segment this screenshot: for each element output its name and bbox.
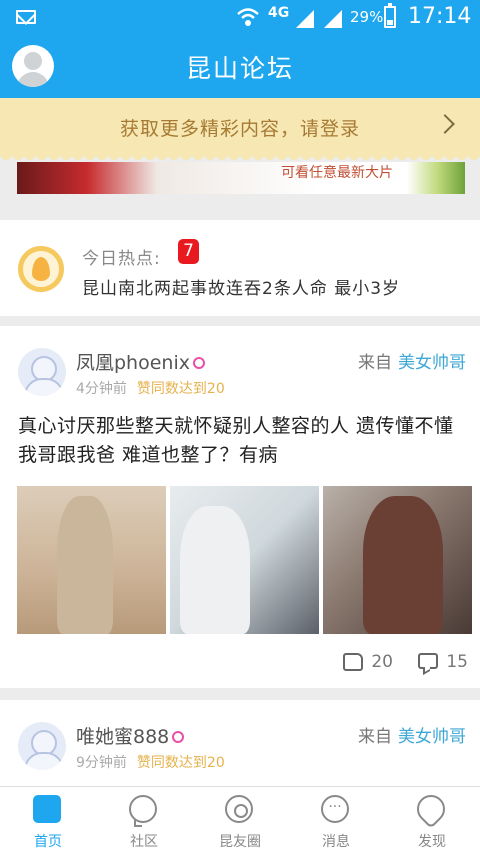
status-bar: 4G 29% 17:14 <box>0 0 480 34</box>
login-banner[interactable]: 获取更多精彩内容，请登录 <box>0 98 480 154</box>
photo-figure <box>363 496 443 634</box>
hot-topic-headline[interactable]: 昆山南北两起事故连吞2条人命 最小3岁 <box>82 274 400 299</box>
from-label: 来自 <box>358 727 392 747</box>
like-count: 20 <box>371 652 393 672</box>
tab-label: 发现 <box>418 834 446 850</box>
post-meta: 4分钟前 赞同数达到20 <box>76 378 225 398</box>
thumbs-up-icon <box>343 653 364 671</box>
tab-label: 首页 <box>34 834 62 850</box>
page-title: 昆山论坛 <box>185 54 294 83</box>
bottom-tab-bar: 首页 社区 昆友圈 消息 发现 <box>0 786 480 854</box>
signal-icon <box>296 10 314 28</box>
user-avatar[interactable] <box>18 722 66 770</box>
tab-friends-circle[interactable]: 昆友圈 <box>192 787 288 854</box>
post-time: 4分钟前 <box>76 381 127 397</box>
banner-edge <box>0 154 480 162</box>
like-button[interactable]: 20 <box>343 652 393 672</box>
tab-home[interactable]: 首页 <box>0 787 96 854</box>
post-author-name: 唯她蜜888 <box>76 726 170 748</box>
from-label: 来自 <box>358 353 392 373</box>
post-card[interactable]: 凤凰phoenix 4分钟前 赞同数达到20 来自 美女帅哥 真心讨厌那些整天就怀疑… <box>0 326 480 688</box>
hot-topic-label: 今日热点: <box>82 249 161 269</box>
tab-community[interactable]: 社区 <box>96 787 192 854</box>
post-author-name: 凤凰phoenix <box>76 352 190 374</box>
ad-banner[interactable]: 可看任意最新大片 <box>17 162 465 194</box>
comment-count: 15 <box>446 652 468 672</box>
tab-label: 消息 <box>322 834 350 850</box>
tab-label: 昆友圈 <box>219 834 261 850</box>
battery-icon <box>384 3 396 28</box>
hot-topic-count-badge: 7 <box>178 239 199 264</box>
female-icon <box>192 357 205 369</box>
post-image[interactable] <box>323 486 472 634</box>
post-award: 赞同数达到20 <box>136 755 225 771</box>
post-meta: 9分钟前 赞同数达到20 <box>76 752 225 772</box>
post-body[interactable]: 真心讨厌那些整天就怀疑别人整容的人 遗传懂不懂 我哥跟我爸 难道也整了？有病 <box>18 412 468 470</box>
mail-icon <box>16 10 36 24</box>
chat-bubbles-icon <box>33 795 61 823</box>
section-link[interactable]: 美女帅哥 <box>398 353 466 373</box>
post-card[interactable]: 唯她蜜888 9分钟前 赞同数达到20 来自 美女帅哥 <box>0 700 480 786</box>
post-actions: 20 15 <box>323 652 468 672</box>
app-header: 昆山论坛 <box>0 34 480 98</box>
post-images <box>17 486 472 634</box>
tab-label: 社区 <box>130 834 158 850</box>
flame-icon <box>18 246 64 292</box>
login-banner-text: 获取更多精彩内容，请登录 <box>119 118 360 140</box>
message-dots-icon <box>321 795 349 823</box>
hot-topic-card[interactable]: 今日热点: 7 昆山南北两起事故连吞2条人命 最小3岁 <box>0 220 480 316</box>
post-source: 来自 美女帅哥 <box>358 722 466 747</box>
tab-messages[interactable]: 消息 <box>288 787 384 854</box>
post-time: 9分钟前 <box>76 755 127 771</box>
post-image[interactable] <box>17 486 166 634</box>
photo-figure <box>180 506 250 634</box>
post-award: 赞同数达到20 <box>136 381 225 397</box>
clock: 17:14 <box>408 4 472 29</box>
wifi-icon <box>237 8 259 26</box>
section-link[interactable]: 美女帅哥 <box>398 727 466 747</box>
signal-icon <box>324 10 342 28</box>
female-icon <box>172 731 185 743</box>
post-image[interactable] <box>170 486 319 634</box>
ad-banner-text: 可看任意最新大片 <box>281 165 393 181</box>
photo-figure <box>57 496 113 634</box>
comment-icon <box>418 653 439 669</box>
post-author[interactable]: 唯她蜜888 <box>76 722 185 749</box>
comment-button[interactable]: 15 <box>418 652 468 672</box>
post-author[interactable]: 凤凰phoenix <box>76 348 205 375</box>
camera-circle-icon <box>225 795 253 823</box>
user-avatar[interactable] <box>18 348 66 396</box>
post-source: 来自 美女帅哥 <box>358 348 466 373</box>
rocket-icon <box>411 789 451 829</box>
speech-bubble-icon <box>129 795 157 827</box>
network-type: 4G <box>268 5 290 21</box>
tab-discover[interactable]: 发现 <box>384 787 480 854</box>
battery-percent: 29% <box>350 8 384 26</box>
